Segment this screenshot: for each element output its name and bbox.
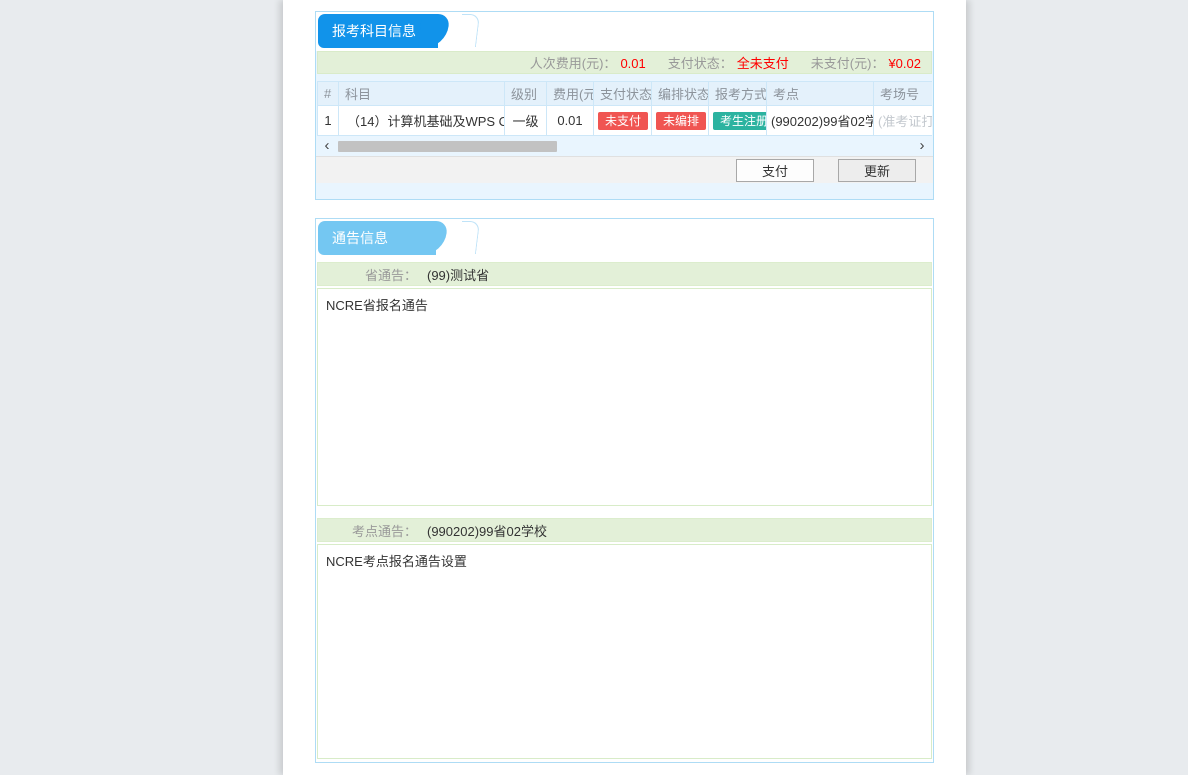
unpaid-label: 未支付(元)： [811,56,885,71]
col-register-mode: 报考方式 [709,82,767,106]
update-button[interactable]: 更新 [838,159,916,182]
scroll-right-icon[interactable]: › [911,136,933,156]
panel-bottom-strip [316,183,933,198]
site-notice-content: NCRE考点报名通告设置 [317,544,932,759]
unpaid-value: ¥0.02 [888,56,921,71]
pay-status-group: 支付状态： 全未支付 [668,53,789,72]
col-room: 考场号 [874,82,933,106]
cell-subject: （14）计算机基础及WPS Office应用 [339,106,505,136]
table-row: 1 （14）计算机基础及WPS Office应用 一级 0.01 未支付 未编排… [318,106,933,136]
scrollbar-thumb[interactable] [338,141,557,152]
table-header-row: # 科目 级别 费用(元) 支付状态 编排状态 报考方式 考点 考场号 [318,82,933,106]
pay-button[interactable]: 支付 [736,159,814,182]
site-notice-value: (990202)99省02学校 [427,521,547,540]
notices-tab-label: 通告信息 [332,230,388,246]
subjects-button-row: 支付 更新 [316,156,933,183]
cell-fee: 0.01 [547,106,594,136]
col-subject: 科目 [339,82,505,106]
cell-index: 1 [318,106,339,136]
fee-group: 人次费用(元)：0.01 [530,53,646,72]
site-notice-label: 考点通告： [318,521,417,540]
page-column: 报考科目信息 人次费用(元)：0.01 支付状态：全未支付 未支付(元)：¥0.… [283,0,966,775]
scroll-left-icon[interactable]: ‹ [316,136,338,156]
site-notice-bar: 考点通告： (990202)99省02学校 [317,518,932,542]
subjects-panel: 报考科目信息 人次费用(元)：0.01 支付状态：全未支付 未支付(元)：¥0.… [315,11,934,200]
register-mode-badge: 考生注册 [713,112,767,130]
subjects-table-wrapper: # 科目 级别 费用(元) 支付状态 编排状态 报考方式 考点 考场号 1 （1… [317,81,932,136]
subjects-table: # 科目 级别 费用(元) 支付状态 编排状态 报考方式 考点 考场号 1 （1… [317,81,932,136]
subjects-tab-label: 报考科目信息 [332,23,416,39]
notice-gap [316,506,933,518]
arrange-status-badge: 未编排 [656,112,706,130]
col-site: 考点 [767,82,874,106]
province-notice-label: 省通告： [318,265,417,284]
unpaid-group: 未支付(元)：¥0.02 [811,53,921,72]
subjects-tab-row: 报考科目信息 [316,12,933,51]
col-level: 级别 [505,82,547,106]
cell-register-mode: 考生注册 [709,106,767,136]
province-notice-content: NCRE省报名通告 [317,288,932,506]
province-notice-value: (99)测试省 [427,265,489,284]
col-fee: 费用(元) [547,82,594,106]
pay-status-label: 支付状态： [668,56,733,71]
col-index: # [318,82,339,106]
col-arrange-status: 编排状态 [652,82,709,106]
notices-tab-row: 通告信息 [316,219,933,258]
fee-summary-bar: 人次费用(元)：0.01 支付状态： 全未支付 未支付(元)：¥0.02 [317,51,932,74]
subjects-tab-ribbon: 报考科目信息 [318,14,438,48]
horizontal-scrollbar[interactable]: ‹ › [316,136,933,156]
notices-tab-ribbon: 通告信息 [318,221,436,255]
pay-status-badge: 未支付 [598,112,648,130]
ribbon-decoration [458,14,480,47]
cell-pay-status: 未支付 [594,106,652,136]
cell-arrange-status: 未编排 [652,106,709,136]
pay-status-value: 全未支付 [737,56,789,71]
cell-room: (准考证打印 [874,106,933,136]
fee-value: 0.01 [620,56,645,71]
cell-level: 一级 [505,106,547,136]
fee-label: 人次费用(元)： [530,56,617,71]
scrollbar-track[interactable] [338,141,911,152]
cell-site: (990202)99省02学校 [767,106,874,136]
ribbon-decoration [458,221,480,254]
province-notice-bar: 省通告： (99)测试省 [317,262,932,286]
col-pay-status: 支付状态 [594,82,652,106]
notices-panel: 通告信息 省通告： (99)测试省 NCRE省报名通告 考点通告： (99020… [315,218,934,763]
